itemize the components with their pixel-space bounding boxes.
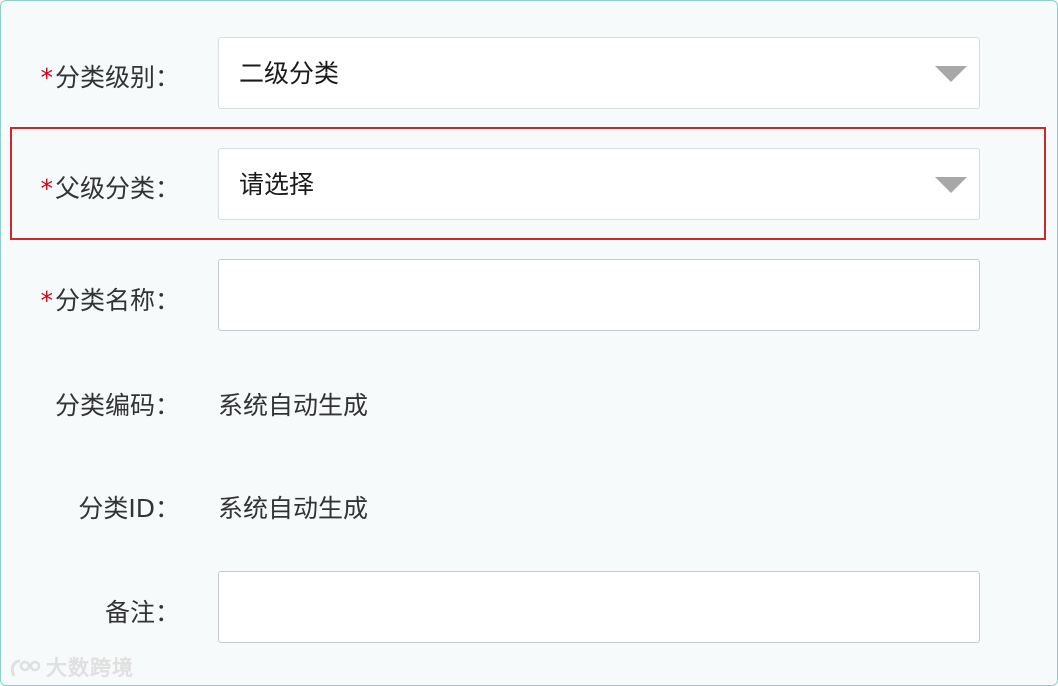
category-level-value: 二级分类	[239, 59, 340, 88]
category-code-label: 分类编码：	[54, 391, 180, 420]
category-name-label: *分类名称：	[40, 286, 180, 315]
category-name-input[interactable]	[218, 259, 980, 331]
category-id-value: 系统自动生成	[218, 494, 369, 523]
category-code-value: 系统自动生成	[218, 391, 369, 420]
dropdown-arrow-icon	[935, 66, 967, 82]
required-mark: *	[40, 286, 53, 315]
required-mark: *	[40, 63, 53, 92]
category-level-label: *分类级别：	[40, 63, 180, 92]
category-id-label: 分类ID：	[78, 494, 180, 523]
watermark-logo-icon	[10, 659, 41, 677]
parent-category-label: *父级分类：	[40, 174, 180, 203]
parent-category-placeholder: 请选择	[239, 170, 315, 199]
category-level-select[interactable]: 二级分类	[218, 37, 980, 109]
parent-category-select[interactable]: 请选择	[218, 148, 980, 220]
watermark: 大数跨境	[10, 652, 134, 682]
remark-input[interactable]	[218, 571, 980, 643]
required-mark: *	[40, 174, 53, 203]
watermark-text: 大数跨境	[46, 656, 134, 680]
dropdown-arrow-icon	[935, 177, 967, 193]
remark-label: 备注：	[104, 598, 180, 627]
